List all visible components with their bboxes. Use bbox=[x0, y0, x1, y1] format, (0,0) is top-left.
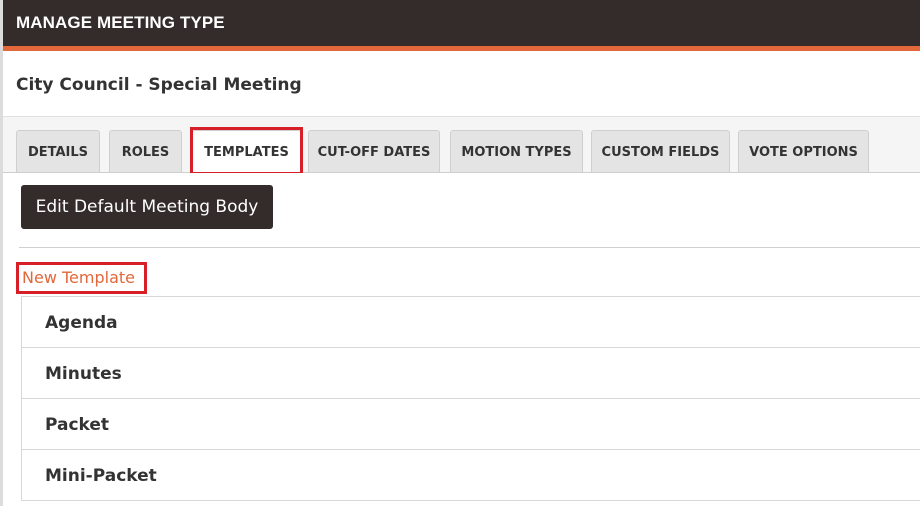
tab-motion-types[interactable]: MOTION TYPES bbox=[450, 130, 583, 172]
divider bbox=[19, 247, 920, 248]
tab-bar: DETAILS ROLES TEMPLATES CUT-OFF DATES MO… bbox=[3, 117, 920, 173]
template-row-agenda[interactable]: Agenda bbox=[22, 297, 920, 348]
template-row-packet[interactable]: Packet bbox=[22, 399, 920, 450]
new-template-link[interactable]: New Template bbox=[22, 268, 135, 287]
template-row-mini-packet[interactable]: Mini-Packet bbox=[22, 450, 920, 501]
tab-custom-fields[interactable]: CUSTOM FIELDS bbox=[591, 130, 730, 172]
page-header: MANAGE MEETING TYPE bbox=[3, 0, 920, 51]
template-name: Mini-Packet bbox=[45, 466, 157, 486]
tab-roles[interactable]: ROLES bbox=[109, 130, 182, 172]
template-row-minutes[interactable]: Minutes bbox=[22, 348, 920, 399]
tab-details[interactable]: DETAILS bbox=[16, 130, 100, 172]
template-name: Minutes bbox=[45, 364, 122, 384]
template-list: Agenda Minutes Packet Mini-Packet bbox=[21, 296, 920, 501]
meeting-header: City Council - Special Meeting bbox=[3, 51, 920, 117]
meeting-name: City Council - Special Meeting bbox=[16, 75, 302, 95]
template-name: Agenda bbox=[45, 313, 118, 333]
page-title: MANAGE MEETING TYPE bbox=[16, 13, 225, 32]
tab-templates[interactable]: TEMPLATES bbox=[192, 130, 301, 173]
tab-cut-off-dates[interactable]: CUT-OFF DATES bbox=[308, 130, 440, 172]
edit-default-meeting-body-button[interactable]: Edit Default Meeting Body bbox=[21, 185, 273, 229]
template-name: Packet bbox=[45, 415, 110, 435]
tab-vote-options[interactable]: VOTE OPTIONS bbox=[738, 130, 869, 172]
